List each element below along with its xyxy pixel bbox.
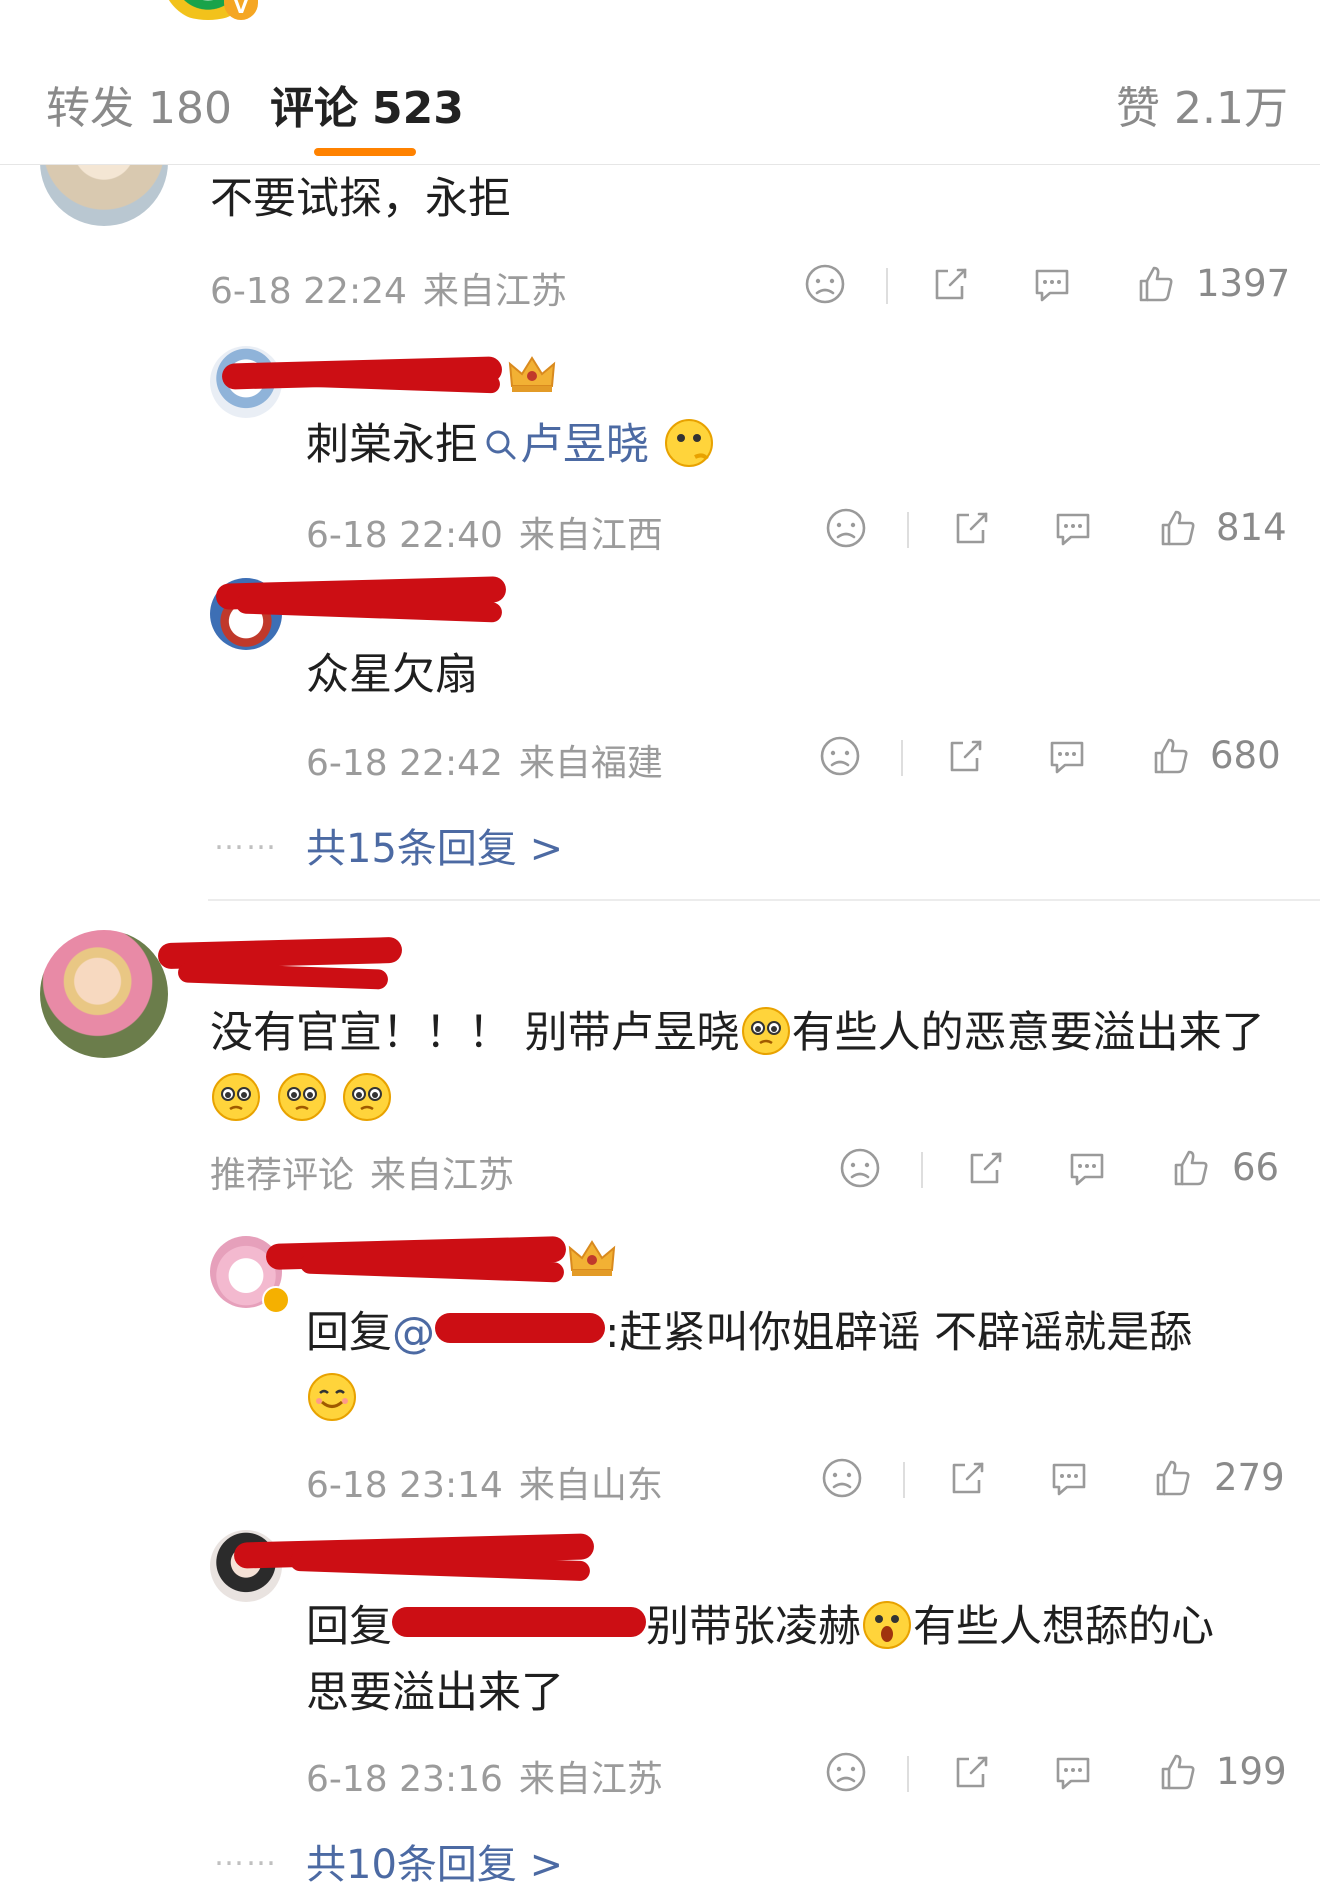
thinking-emoji-icon [663,417,715,469]
like-icon[interactable] [1155,1750,1199,1794]
smile-emoji-icon [306,1371,358,1423]
pleading-emoji-icon [210,1071,262,1123]
crown-icon [506,354,558,394]
tab-comments-label: 评论 [270,83,358,134]
action-separator [903,1462,905,1498]
pleading-emoji-icon [341,1071,393,1123]
pleading-emoji-icon [740,1005,792,1057]
action-separator [921,1152,923,1188]
more-replies-link[interactable]: 共10条回复 > [306,1832,563,1890]
like-count: 814 [1216,506,1287,549]
tab-likes-label: 赞 [1116,83,1160,134]
pleading-emoji-icon [276,1071,328,1123]
tab-comments-count: 523 [372,83,464,134]
more-dots: …… [214,1838,278,1873]
crown-icon [566,1238,618,1278]
reply-prefix: 回复 [306,1602,392,1652]
reply-body: :赶紧叫你姐辟谣 不辟谣就是舔 [605,1308,1193,1358]
reply-text-prefix: 刺棠永拒 [306,420,478,470]
reply-text: 众星欠扇 [306,650,478,700]
comment-actions: 1397 [0,262,1320,312]
reply-actions: 279 [0,1456,1320,1506]
comment-avatar[interactable] [40,930,168,1058]
action-separator [907,1756,909,1792]
redacted-username [177,962,389,990]
action-separator [886,268,888,304]
like-icon[interactable] [1150,1456,1194,1500]
reply-icon[interactable] [1047,1456,1091,1500]
reply-body: 别带张凌赫 [646,1602,861,1652]
reply-text: 回复 别带张凌赫 有些人想舔的心 [306,1594,1214,1660]
more-dots: …… [214,822,278,857]
like-icon[interactable] [1155,506,1199,550]
like-count: 279 [1214,1456,1285,1499]
reply-actions: 199 [0,1750,1320,1800]
search-icon [484,428,518,462]
reply-text: 刺棠永拒 卢昱晓 [306,412,715,478]
like-count: 199 [1216,1750,1287,1793]
reply-icon[interactable] [1051,506,1095,550]
redacted-mention [435,1313,605,1343]
reply-actions: 680 [0,734,1320,784]
share-icon[interactable] [945,1456,989,1500]
reply-emoji-line [306,1366,358,1432]
comment-text: 不要试探，永拒 [210,174,511,224]
like-icon[interactable] [1148,734,1192,778]
tab-likes[interactable]: 赞 2.1万 [1116,72,1288,136]
tab-likes-count: 2.1万 [1174,83,1288,134]
top-strip: V [0,0,1320,35]
tab-reposts-label: 转发 [46,83,134,134]
verified-badge [262,1286,290,1314]
redacted-mention [392,1607,646,1637]
tab-comments[interactable]: 评论 523 [270,72,464,136]
mention-link[interactable]: @ [392,1308,605,1358]
dislike-icon[interactable] [803,262,847,306]
reply-actions: 814 [0,506,1320,556]
like-count: 1397 [1196,262,1291,305]
share-icon[interactable] [949,1750,993,1794]
comment-text: 没有官宣！！！ 别带卢昱晓 有些人的恶意要溢出来了 [210,1000,1265,1066]
action-separator [901,740,903,776]
reply-prefix: 回复 [306,1308,392,1358]
tab-reposts-count: 180 [148,83,232,134]
dislike-icon[interactable] [820,1456,864,1500]
share-icon[interactable] [943,734,987,778]
reply-body-tail: 有些人想舔的心 [913,1602,1214,1652]
comment-emoji-line [210,1066,393,1132]
more-replies-link[interactable]: 共15条回复 > [306,816,563,874]
dislike-icon[interactable] [838,1146,882,1190]
comment-text-tail: 有些人的恶意要溢出来了 [791,1008,1265,1058]
tab-bar: 转发 180 评论 523 赞 2.1万 [0,34,1320,165]
reply-icon[interactable] [1051,1750,1095,1794]
like-count: 66 [1232,1146,1280,1189]
tab-reposts[interactable]: 转发 180 [46,72,232,136]
like-icon[interactable] [1133,262,1177,306]
reply-text-line2: 思要溢出来了 [306,1668,564,1718]
dislike-icon[interactable] [824,506,868,550]
verified-badge: V [224,0,258,20]
reply-icon[interactable] [1030,262,1074,306]
like-icon[interactable] [1168,1146,1212,1190]
reply-icon[interactable] [1065,1146,1109,1190]
action-separator [907,512,909,548]
share-icon[interactable] [963,1146,1007,1190]
surprised-emoji-icon [861,1599,913,1651]
like-count: 680 [1210,734,1281,777]
reply-icon[interactable] [1045,734,1089,778]
comment-actions: 66 [0,1146,1320,1196]
dislike-icon[interactable] [818,734,862,778]
active-tab-indicator [314,148,416,156]
reply-text: 回复@:赶紧叫你姐辟谣 不辟谣就是舔 [306,1300,1192,1366]
comment-divider [208,899,1320,901]
comment-text-line1: 没有官宣！！！ 别带卢昱晓 [210,1008,740,1058]
dislike-icon[interactable] [824,1750,868,1794]
share-icon[interactable] [949,506,993,550]
share-icon[interactable] [928,262,972,306]
topic-link[interactable]: 卢昱晓 [520,420,649,470]
